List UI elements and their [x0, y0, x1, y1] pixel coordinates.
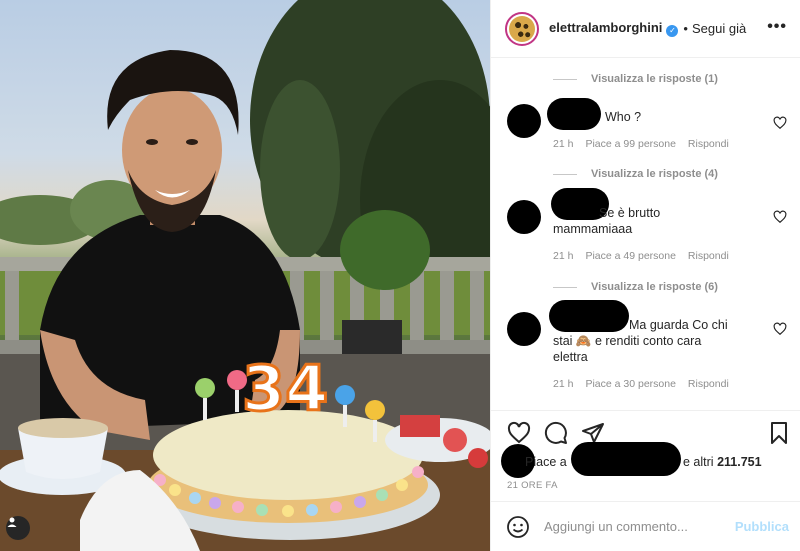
post-photo[interactable]: 34 — [0, 0, 490, 551]
commenter-avatar[interactable] — [507, 104, 541, 138]
author-username-text[interactable]: elettralamborghini — [549, 20, 662, 35]
comment-item: Who ? 21 h Piace a 99 persone Rispondi — [507, 98, 787, 158]
view-replies-button[interactable]: Visualizza le risposte (1) — [553, 73, 718, 85]
comment-item: Se è brutto mammamiaaa 21 h Piace a 49 p… — [507, 188, 787, 262]
view-replies-label: Visualizza le risposte (1) — [591, 73, 718, 85]
add-comment-bar: Pubblica — [491, 501, 800, 551]
comment-time: 21 h — [553, 138, 574, 150]
view-replies-button[interactable]: Visualizza le risposte (6) — [553, 281, 718, 293]
redacted-username — [549, 300, 629, 332]
comment-likes-link[interactable]: Piace a 99 persone — [585, 138, 675, 150]
heart-icon[interactable] — [773, 322, 787, 336]
likes-count: 211.751 — [717, 455, 762, 469]
likes-others[interactable]: e altri 211.751 — [683, 455, 762, 469]
heart-icon[interactable] — [773, 116, 787, 130]
likes-summary[interactable]: Piace a e altri 211.751 — [501, 442, 800, 478]
replies-divider — [553, 286, 577, 288]
comment-time: 21 h — [553, 378, 574, 390]
comment-text-line1: Se è brutto — [599, 206, 661, 220]
author-avatar[interactable] — [505, 11, 539, 46]
comment-likes-link[interactable]: Piace a 30 persone — [585, 378, 675, 390]
separator-dot: • — [683, 21, 688, 36]
comment-text-line3: elettra — [553, 350, 588, 364]
comment-text: Who ? — [605, 110, 642, 124]
emoji-icon[interactable] — [506, 515, 530, 539]
comments-list[interactable]: Visualizza le risposte (1) Who ? 21 h Pi… — [491, 58, 800, 410]
user-tag-icon[interactable] — [6, 516, 30, 540]
post-header: elettralamborghini ✓ • Segui già ••• — [491, 0, 800, 58]
more-icon[interactable]: ••• — [767, 18, 787, 36]
view-replies-button[interactable]: Visualizza le risposte (4) — [553, 168, 718, 180]
likes-suffix: e altri — [683, 455, 714, 469]
verified-icon: ✓ — [666, 24, 679, 37]
heart-icon[interactable] — [773, 210, 787, 224]
reply-button[interactable]: Rispondi — [688, 378, 729, 390]
post-timestamp[interactable]: 21 ORE FA — [507, 480, 558, 491]
candle-number: 34 — [242, 352, 328, 425]
replies-divider — [553, 173, 577, 175]
comment-likes-link[interactable]: Piace a 49 persone — [585, 250, 675, 262]
replies-divider — [553, 78, 577, 80]
view-replies-label: Visualizza le risposte (6) — [591, 281, 718, 293]
comment-meta: 21 h Piace a 99 persone Rispondi — [553, 138, 729, 150]
follow-button[interactable]: Segui già — [692, 21, 746, 36]
comment-item: Ma guarda Co chi stai 🙈 e renditi conto … — [507, 300, 787, 400]
view-replies-label: Visualizza le risposte (4) — [591, 168, 718, 180]
author-username[interactable]: elettralamborghini ✓ — [549, 20, 679, 37]
commenter-avatar[interactable] — [507, 312, 541, 346]
comment-text-line2: stai 🙈 e renditi conto cara — [553, 334, 702, 348]
comment-text-line1: Ma guarda Co chi — [629, 318, 728, 332]
photo-illustration: 34 — [0, 0, 490, 551]
comment-meta: 21 h Piace a 49 persone Rispondi — [553, 250, 729, 262]
comment-input[interactable] — [544, 519, 724, 534]
comment-text-line2: mammamiaaa — [553, 222, 633, 236]
comment-meta: 21 h Piace a 30 persone Rispondi — [553, 378, 729, 390]
redacted-liker — [571, 442, 681, 476]
reply-button[interactable]: Rispondi — [688, 138, 729, 150]
commenter-avatar[interactable] — [507, 200, 541, 234]
redacted-username — [547, 98, 601, 130]
post-sidebar: elettralamborghini ✓ • Segui già ••• Visu… — [490, 0, 800, 551]
comment-time: 21 h — [553, 250, 574, 262]
post-comment-button[interactable]: Pubblica — [735, 519, 789, 534]
likes-prefix: Piace a — [525, 455, 567, 469]
reply-button[interactable]: Rispondi — [688, 250, 729, 262]
